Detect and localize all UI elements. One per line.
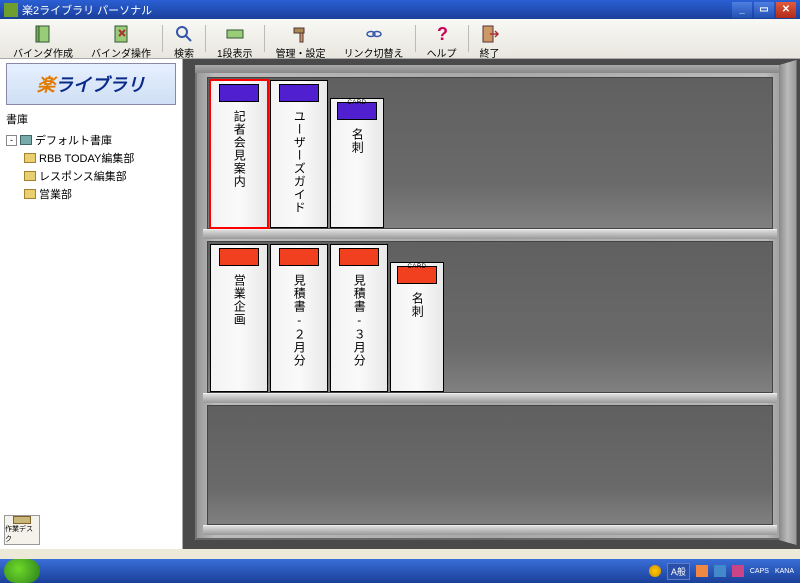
view-icon [225, 24, 245, 44]
tree-item[interactable]: 営業部 [22, 185, 178, 203]
binder-tab [279, 248, 319, 266]
search-button[interactable]: 検索 [165, 21, 203, 56]
app-icon [4, 3, 18, 17]
window-title: 楽2ライブラリ パーソナル [22, 2, 152, 18]
binder[interactable]: 営業企画 [210, 244, 268, 392]
shelf-2: 営業企画 見積書‐２月分 見積書‐３月分 CARD 名刺 [207, 241, 773, 393]
folder-icon [24, 189, 36, 199]
toolbar: バインダ作成 バインダ操作 検索 1段表示 管理・設定 リンク切替え ? ヘルプ… [0, 19, 800, 59]
binder[interactable]: 見積書‐２月分 [270, 244, 328, 392]
card-label: CARD [347, 100, 366, 106]
sidebar: 楽ライブラリ 書庫 -デフォルト書庫 RBB TODAY編集部 レスポンス編集部… [0, 59, 183, 549]
tray-icon[interactable] [714, 565, 726, 577]
cabinet-icon [20, 135, 32, 145]
tree-item[interactable]: レスポンス編集部 [22, 167, 178, 185]
collapse-icon[interactable]: - [6, 135, 17, 146]
ime-mode[interactable]: A般 [667, 563, 690, 580]
exit-button[interactable]: 終了 [471, 21, 509, 56]
help-button[interactable]: ? ヘルプ [418, 21, 466, 56]
shelf-board [203, 229, 777, 239]
binder-tab [279, 84, 319, 102]
search-icon [174, 24, 194, 44]
titlebar: 楽2ライブラリ パーソナル _ ▭ ✕ [0, 0, 800, 19]
cabinet-door [779, 60, 796, 545]
warning-icon[interactable] [649, 565, 661, 577]
binder[interactable]: 記者会見案内 [210, 80, 268, 228]
caps-indicator: CAPS [750, 568, 769, 575]
minimize-button[interactable]: _ [732, 2, 752, 18]
content-area: 記者会見案内 ユーザーズガイド CARD 名刺 営業企画 見積書‐２月分 見積書‐… [183, 59, 800, 549]
binder-card[interactable]: CARD 名刺 [390, 262, 444, 392]
help-icon: ? [432, 24, 452, 44]
kana-indicator: KANA [775, 568, 794, 575]
app-logo: 楽ライブラリ [6, 63, 176, 105]
binder[interactable]: ユーザーズガイド [270, 80, 328, 228]
binder-title: 見積書‐３月分 [352, 270, 366, 367]
desk-icon [13, 516, 31, 524]
binder-card[interactable]: CARD 名刺 [330, 98, 384, 228]
tree-root[interactable]: -デフォルト書庫 [4, 131, 178, 149]
binder-operate-icon [111, 24, 131, 44]
binder-tab [219, 248, 259, 266]
tree-item[interactable]: RBB TODAY編集部 [22, 149, 178, 167]
hammer-icon [291, 24, 311, 44]
taskbar: A般 CAPS KANA [0, 559, 800, 583]
link-icon [364, 24, 384, 44]
binder-title: 記者会見案内 [232, 106, 246, 188]
binder-title: 名刺 [350, 124, 364, 154]
tree: -デフォルト書庫 RBB TODAY編集部 レスポンス編集部 営業部 [0, 129, 182, 511]
binder-create-icon [33, 24, 53, 44]
svg-text:?: ? [437, 24, 448, 44]
maximize-button[interactable]: ▭ [754, 2, 774, 18]
binder-title: ユーザーズガイド [292, 106, 306, 214]
binder[interactable]: 見積書‐３月分 [330, 244, 388, 392]
view-button[interactable]: 1段表示 [208, 21, 262, 56]
shelf-board [203, 525, 777, 535]
binder-tab [339, 248, 379, 266]
binder-title: 見積書‐２月分 [292, 270, 306, 367]
exit-icon [480, 24, 500, 44]
card-label: CARD [407, 264, 426, 270]
folder-icon [24, 153, 36, 163]
binder-create-button[interactable]: バインダ作成 [4, 21, 82, 56]
binder-title: 営業企画 [232, 270, 246, 326]
shelf-3 [207, 405, 773, 525]
linkswitch-button[interactable]: リンク切替え [335, 21, 413, 56]
work-desk-button[interactable]: 作業デスク [4, 515, 40, 545]
binder-tab [219, 84, 259, 102]
folder-icon [24, 171, 36, 181]
tray-icon[interactable] [732, 565, 744, 577]
close-button[interactable]: ✕ [776, 2, 796, 18]
cabinet: 記者会見案内 ユーザーズガイド CARD 名刺 営業企画 見積書‐２月分 見積書‐… [195, 65, 785, 540]
settings-button[interactable]: 管理・設定 [267, 21, 335, 56]
tree-header: 書庫 [0, 107, 182, 129]
shelf-1: 記者会見案内 ユーザーズガイド CARD 名刺 [207, 77, 773, 229]
binder-title: 名刺 [410, 288, 424, 318]
tray-icon[interactable] [696, 565, 708, 577]
system-tray: A般 CAPS KANA [649, 563, 800, 580]
shelf-board [203, 393, 777, 403]
start-button[interactable] [4, 559, 40, 583]
binder-operate-button[interactable]: バインダ操作 [82, 21, 160, 56]
